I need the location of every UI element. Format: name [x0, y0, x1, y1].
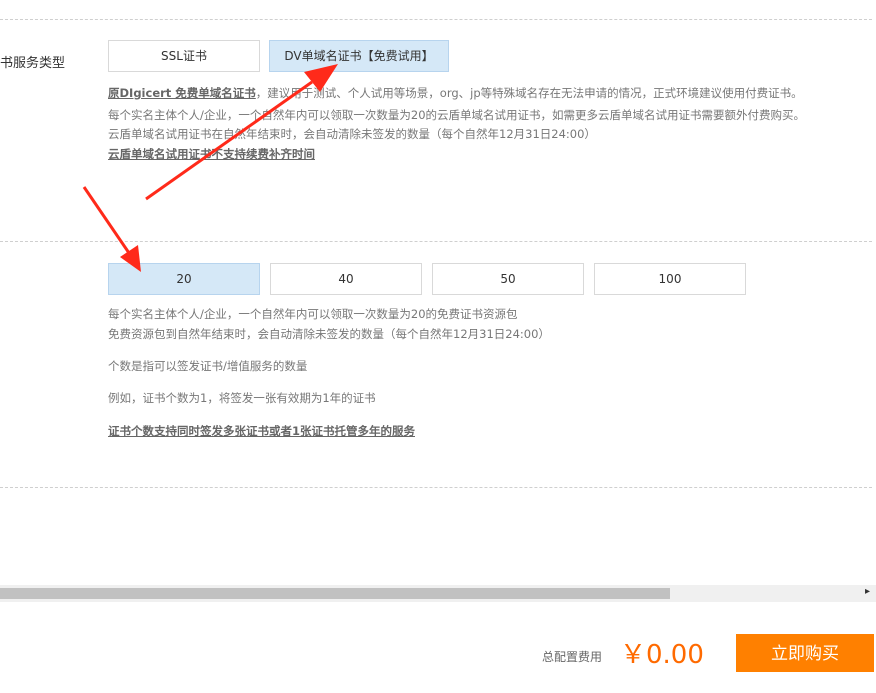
quantity-option-20[interactable]: 20 — [108, 263, 260, 295]
service-type-label: 书服务类型 — [0, 52, 65, 71]
section-divider-bottom — [0, 487, 872, 488]
service-type-note-3: 云盾单域名试用证书在自然年结束时，会自动清除未签发的数量（每个自然年12月31日… — [108, 123, 596, 145]
red-arrow-to-quantity-20 — [84, 187, 141, 272]
buy-now-button[interactable]: 立即购买 — [736, 634, 874, 672]
option-ssl-certificate[interactable]: SSL证书 — [108, 40, 260, 72]
quantity-option-50[interactable]: 50 — [432, 263, 584, 295]
scroll-right-arrow-icon[interactable]: ▸ — [865, 586, 870, 597]
quantity-note-3: 个数是指可以签发证书/增值服务的数量 — [108, 355, 307, 377]
digicert-note-rest: ，建议用于测试、个人试用等场景，org、jp等特殊域名存在无法申请的情况，正式环… — [256, 86, 803, 100]
option-dv-free-trial[interactable]: DV单域名证书【免费试用】 — [269, 40, 449, 72]
total-cost-label: 总配置费用 — [542, 648, 602, 665]
horizontal-scrollbar[interactable]: ▸ — [0, 585, 876, 602]
quantity-option-40[interactable]: 40 — [270, 263, 422, 295]
quantity-note-5: 证书个数支持同时签发多张证书或者1张证书托管多年的服务 — [108, 420, 415, 442]
service-type-note-1: 原DIgicert 免费单域名证书，建议用于测试、个人试用等场景，org、jp等… — [108, 82, 803, 104]
section-divider-middle — [0, 241, 872, 242]
quantity-note-1: 每个实名主体个人/企业，一个自然年内可以领取一次数量为20的免费证书资源包 — [108, 303, 518, 325]
scrollbar-thumb[interactable] — [0, 588, 670, 599]
service-type-note-4: 云盾单域名试用证书不支持续费补齐时间 — [108, 143, 315, 165]
quantity-note-4: 例如，证书个数为1，将签发一张有效期为1年的证书 — [108, 387, 376, 409]
no-renewal-note: 云盾单域名试用证书不支持续费补齐时间 — [108, 147, 315, 161]
quantity-note-2: 免费资源包到自然年结束时，会自动清除未签发的数量（每个自然年12月31日24:0… — [108, 323, 550, 345]
multi-cert-note: 证书个数支持同时签发多张证书或者1张证书托管多年的服务 — [108, 424, 415, 438]
section-divider-top — [0, 19, 872, 20]
total-price: ￥0.00 — [620, 634, 704, 671]
digicert-note-bold: 原DIgicert 免费单域名证书 — [108, 86, 256, 100]
quantity-option-100[interactable]: 100 — [594, 263, 746, 295]
